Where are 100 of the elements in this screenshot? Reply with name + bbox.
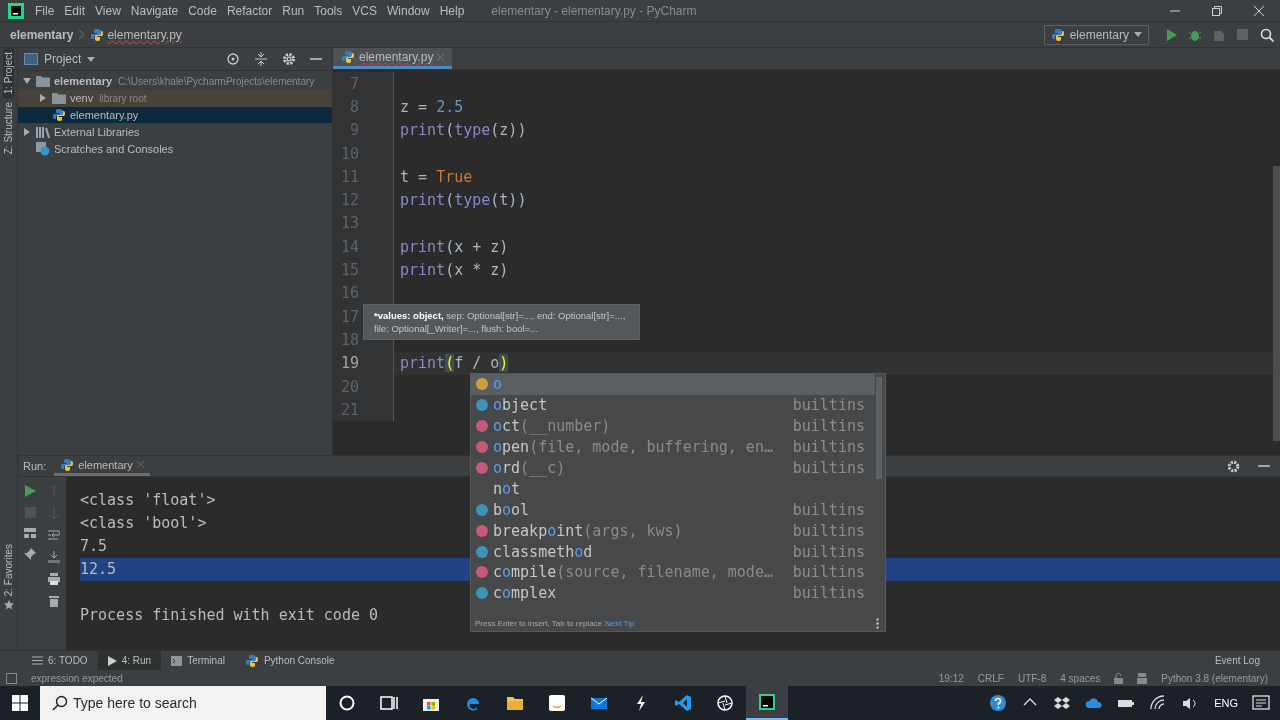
expanded-arrow-icon[interactable] bbox=[23, 77, 31, 86]
tree-item-label[interactable]: External Libraries bbox=[54, 125, 140, 138]
completion-item[interactable]: complex builtins bbox=[471, 582, 875, 604]
dropbox-icon[interactable] bbox=[1053, 694, 1072, 712]
code-line: print(x + z) bbox=[399, 237, 509, 256]
console-line: <class 'bool'> bbox=[80, 513, 207, 534]
path-hint: library root bbox=[99, 92, 147, 104]
code-editor-icon[interactable] bbox=[674, 694, 692, 712]
menu-item[interactable]: File bbox=[30, 3, 60, 18]
completion-item[interactable]: open(file, mode, buffering, en… builtins bbox=[471, 436, 875, 458]
editor-tab[interactable]: elementary.py bbox=[333, 48, 453, 69]
trash-icon[interactable] bbox=[49, 595, 59, 607]
collapsed-arrow-icon[interactable] bbox=[23, 127, 31, 136]
tool-window-tab[interactable]: 2: Favorites bbox=[3, 539, 14, 600]
tree-item-label[interactable]: venv bbox=[70, 92, 94, 105]
menu-item[interactable]: Edit bbox=[59, 3, 91, 18]
pin-icon[interactable] bbox=[24, 548, 36, 560]
python-icon bbox=[244, 653, 259, 668]
status-item[interactable]: CRLF bbox=[977, 672, 1004, 684]
run-configuration-dropdown[interactable]: elementary bbox=[1043, 24, 1149, 45]
breadcrumb-item[interactable]: elementary.py bbox=[107, 27, 182, 42]
settings-icon[interactable] bbox=[1227, 459, 1240, 473]
search-field[interactable]: Type here to search bbox=[40, 686, 326, 720]
language-indicator[interactable]: ENG bbox=[1214, 697, 1238, 709]
run-icon[interactable] bbox=[24, 485, 36, 497]
menu-item[interactable]: Run bbox=[277, 3, 310, 18]
breadcrumb-item[interactable]: elementary bbox=[10, 27, 74, 42]
menu-item[interactable]: Code bbox=[183, 3, 222, 18]
windows-start-icon[interactable] bbox=[12, 695, 28, 711]
run-icon[interactable] bbox=[1165, 28, 1177, 41]
search-icon[interactable] bbox=[1260, 27, 1274, 42]
notification-icon[interactable] bbox=[1252, 694, 1270, 712]
interpreter-status[interactable]: Python 3.8 (elementary) bbox=[1161, 672, 1280, 684]
folder-icon[interactable] bbox=[506, 694, 524, 712]
menu-item[interactable]: Help bbox=[434, 3, 470, 18]
collapsed-arrow-icon[interactable] bbox=[39, 94, 47, 103]
settings-icon[interactable] bbox=[282, 52, 296, 66]
collapse-icon[interactable] bbox=[254, 52, 268, 66]
completion-label: o bbox=[493, 375, 504, 394]
inspector-icon[interactable] bbox=[1137, 672, 1148, 684]
tree-item-label[interactable]: Scratches and Consoles bbox=[54, 142, 174, 155]
soft-wrap-icon[interactable] bbox=[48, 529, 60, 541]
tool-window-tab[interactable]: Event Log bbox=[1214, 655, 1280, 666]
completion-item[interactable]: breakpoint(args, kws) builtins bbox=[471, 520, 875, 542]
tool-window-tab[interactable]: Terminal bbox=[161, 651, 235, 670]
variable-icon bbox=[476, 378, 488, 391]
scroll-to-end-icon[interactable] bbox=[48, 551, 60, 563]
ide-app-icon[interactable] bbox=[758, 693, 776, 711]
task-view-icon[interactable] bbox=[380, 694, 398, 712]
menu-item[interactable]: Tools bbox=[309, 3, 348, 18]
locate-icon[interactable] bbox=[226, 52, 240, 66]
tree-item-label[interactable]: elementary bbox=[54, 75, 113, 88]
scrollbar[interactable] bbox=[1273, 166, 1280, 441]
completion-item[interactable]: classmethod builtins bbox=[471, 541, 875, 562]
status-item[interactable]: UTF-8 bbox=[1017, 672, 1047, 684]
code-line: print(type(z)) bbox=[399, 121, 527, 140]
code-line: z = 2.5 bbox=[399, 97, 464, 116]
print-icon[interactable] bbox=[48, 573, 60, 585]
completion-item[interactable]: not bbox=[471, 478, 875, 500]
completion-label: classmethod bbox=[493, 542, 594, 561]
tool-window-tab[interactable]: Z: Structure bbox=[3, 98, 14, 159]
menu-item[interactable]: View bbox=[90, 3, 126, 18]
menu-item[interactable]: Navigate bbox=[125, 3, 184, 18]
help-icon[interactable] bbox=[989, 694, 1008, 712]
status-item[interactable]: 4 spaces bbox=[1060, 672, 1101, 684]
tool-window-tab[interactable]: Python Console bbox=[234, 651, 345, 670]
completion-item[interactable]: oct(__number) builtins bbox=[471, 415, 875, 437]
tool-window-tab[interactable]: 6: TODO bbox=[22, 651, 98, 670]
completion-label: open(file, mode, buffering, en… bbox=[493, 438, 774, 457]
completion-source: builtins bbox=[791, 438, 865, 457]
python-file-icon bbox=[341, 50, 355, 64]
tree-item-label[interactable]: elementary.py bbox=[70, 109, 139, 121]
lock-icon[interactable] bbox=[1114, 672, 1124, 684]
aperture-icon[interactable] bbox=[716, 694, 734, 712]
bug-icon[interactable] bbox=[1189, 28, 1201, 41]
shopping-icon[interactable] bbox=[548, 694, 566, 712]
layout-icon[interactable] bbox=[24, 528, 36, 538]
menu-item[interactable]: Refactor bbox=[221, 3, 278, 18]
restore-icon[interactable] bbox=[1212, 5, 1222, 16]
scrollbar[interactable] bbox=[876, 377, 882, 479]
menu-item[interactable]: VCS bbox=[347, 3, 382, 18]
scratch-icon bbox=[36, 141, 50, 156]
cortana-icon[interactable] bbox=[338, 694, 356, 712]
completion-source: builtins bbox=[791, 542, 865, 561]
completion-item[interactable]: object builtins bbox=[471, 394, 875, 416]
panel-title[interactable]: Project bbox=[44, 52, 82, 66]
code-line: print(f / o) bbox=[399, 354, 509, 373]
completion-item[interactable]: bool builtins bbox=[471, 499, 875, 521]
more-icon[interactable] bbox=[876, 618, 879, 629]
tool-window-tab[interactable]: 1: Project bbox=[3, 48, 14, 99]
function-icon bbox=[476, 524, 488, 537]
status-item[interactable]: 19:12 bbox=[938, 672, 964, 684]
completion-item[interactable]: ord(__c) builtins bbox=[471, 457, 875, 479]
menu-item[interactable]: Window bbox=[381, 3, 435, 18]
next-tip-link[interactable]: Next Tip bbox=[605, 619, 635, 628]
completion-source: builtins bbox=[791, 500, 865, 519]
completion-label: compile(source, filename, mode… bbox=[493, 563, 774, 582]
completion-item[interactable]: compile(source, filename, mode… builtins bbox=[471, 562, 875, 583]
completion-label: not bbox=[493, 479, 522, 498]
tool-window-tab[interactable]: 4: Run bbox=[97, 651, 162, 670]
